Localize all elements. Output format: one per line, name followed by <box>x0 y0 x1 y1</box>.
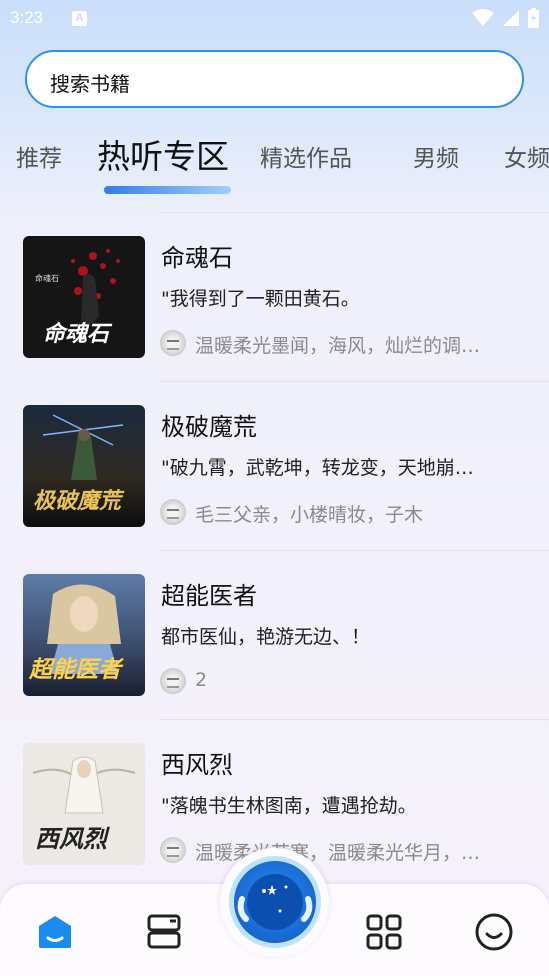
cover-title-text: 命魂石 <box>43 322 110 347</box>
book-item[interactable]: 超能医者 超能医者 都市医仙，艳游无边、！ 2 <box>0 550 549 719</box>
search-input[interactable]: 搜索书籍 <box>25 50 524 108</box>
book-description: "我得到了一颗田黄石。 <box>161 288 360 310</box>
tab-recommend[interactable]: 推荐 <box>16 139 62 173</box>
notification-a-icon: A <box>72 11 87 26</box>
author-icon <box>160 330 186 356</box>
astronaut-planet-icon <box>237 874 313 930</box>
tab-selected-works[interactable]: 精选作品 <box>260 139 352 173</box>
category-tabs: 推荐 热听专区 精选作品 男频 女频 <box>0 128 549 198</box>
active-tab-indicator <box>104 186 231 194</box>
cover-title-text: 超能医者 <box>29 657 121 683</box>
bookshelf-icon <box>147 914 181 949</box>
book-cover: 西风烈 <box>23 743 145 865</box>
wifi-icon <box>472 9 494 26</box>
nav-home[interactable] <box>35 912 75 952</box>
signal-icon <box>503 10 519 26</box>
book-description: 都市医仙，艳游无边、！ <box>161 626 371 648</box>
book-author: 2 <box>195 669 208 691</box>
book-author: 温暖柔光墨闻，海风，灿烂的调… <box>195 335 481 357</box>
nav-category[interactable] <box>364 912 404 952</box>
book-title: 极破魔荒 <box>161 413 257 441</box>
book-item[interactable]: 命魂石 命魂石 命魂石 "我得到了一颗田黄石。 温暖柔光墨闻，海风，灿烂的调… <box>0 212 549 381</box>
book-author: 毛三父亲，小楼晴妆，子木 <box>195 504 424 526</box>
status-icons <box>472 8 539 28</box>
book-title: 西风烈 <box>161 751 233 779</box>
player-button[interactable] <box>229 856 321 948</box>
status-time: 3:23 <box>10 8 44 27</box>
author-icon <box>160 837 186 863</box>
tab-female[interactable]: 女频 <box>504 139 549 173</box>
book-cover: 极破魔荒 <box>23 405 145 527</box>
author-icon <box>160 499 186 525</box>
nav-profile[interactable] <box>474 912 514 952</box>
author-icon <box>160 668 186 694</box>
tab-hot-listen[interactable]: 热听专区 <box>97 130 229 178</box>
book-title: 超能医者 <box>161 582 257 610</box>
svg-text:命魂石: 命魂石 <box>35 273 59 283</box>
battery-icon <box>528 8 539 28</box>
cover-title-text: 西风烈 <box>35 825 107 853</box>
book-description: "落魄书生林图南，遭遇抢劫。 <box>161 795 417 817</box>
book-title: 命魂石 <box>161 244 233 272</box>
book-description: "破九霄，武乾坤，转龙变，天地崩… <box>161 457 474 479</box>
category-icon <box>366 914 402 950</box>
book-cover: 命魂石 命魂石 <box>23 236 145 358</box>
nav-bookshelf[interactable] <box>144 912 184 952</box>
home-icon <box>39 916 71 948</box>
profile-icon <box>475 913 513 951</box>
cover-title-text: 极破魔荒 <box>33 489 122 514</box>
search-placeholder: 搜索书籍 <box>50 72 130 96</box>
book-cover: 超能医者 <box>23 574 145 696</box>
book-item[interactable]: 极破魔荒 极破魔荒 "破九霄，武乾坤，转龙变，天地崩… 毛三父亲，小楼晴妆，子木 <box>0 381 549 550</box>
tab-male[interactable]: 男频 <box>413 139 459 173</box>
status-bar: 3:23 A <box>0 0 549 38</box>
